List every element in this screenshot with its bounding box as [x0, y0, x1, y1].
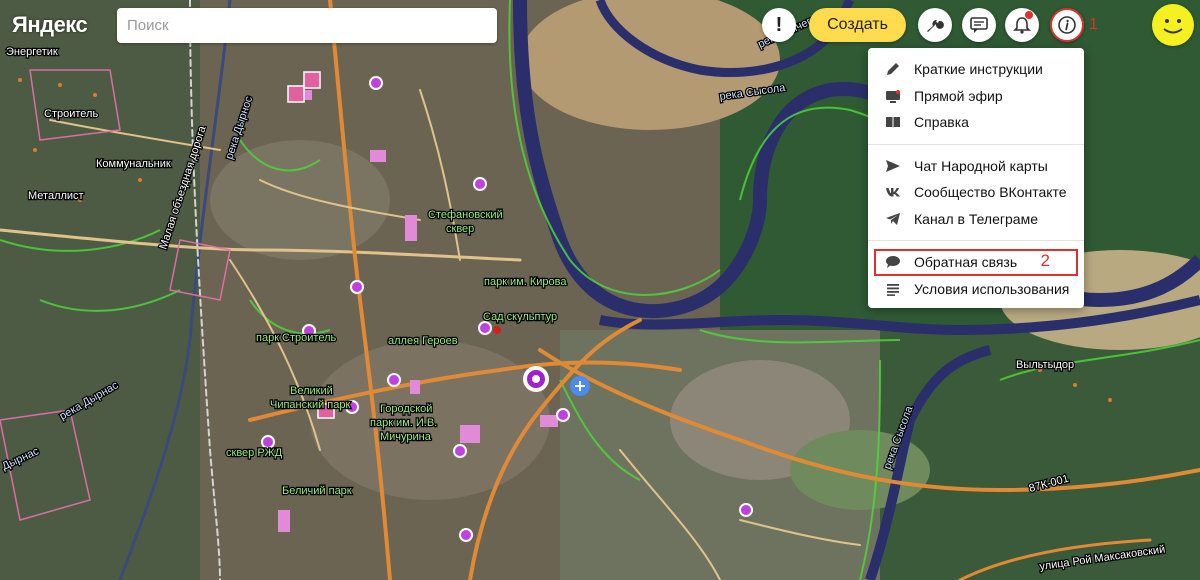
menu-item-label: Прямой эфир	[914, 87, 1003, 104]
map-label-stroitel: Строитель	[44, 108, 98, 120]
send-icon	[884, 157, 902, 175]
vk-icon	[884, 183, 902, 201]
info-button[interactable]	[1050, 8, 1084, 42]
wrench-icon	[927, 19, 944, 32]
menu-item-brief-instructions[interactable]: Краткие инструкции	[868, 56, 1084, 83]
user-avatar[interactable]	[1152, 4, 1194, 46]
info-dropdown-menu: Краткие инструкции Прямой эфир Справка Ч…	[868, 48, 1084, 308]
menu-item-vk-community[interactable]: Сообщество ВКонтакте	[868, 179, 1084, 206]
map-label-park-michurina: парк им. И.В.	[370, 417, 437, 429]
menu-item-help[interactable]: Справка	[868, 109, 1084, 136]
menu-item-label: Чат Народной карты	[914, 157, 1048, 174]
map-label-park-kirova: парк им. Кирова	[484, 276, 567, 288]
map-label-skver: сквер	[446, 223, 474, 235]
book-icon	[884, 113, 902, 131]
map-label-stefanovskiy: Стефановский	[428, 209, 503, 221]
info-icon	[1058, 16, 1076, 34]
telegram-icon	[884, 210, 902, 228]
menu-item-label: Сообщество ВКонтакте	[914, 184, 1067, 201]
map-label-velikiy: Великий	[290, 385, 333, 397]
menu-item-label: Обратная связь	[914, 254, 1018, 271]
messages-button[interactable]	[962, 8, 996, 42]
menu-item-telegram-channel[interactable]: Канал в Телеграме	[868, 206, 1084, 233]
menu-item-label: Канал в Телеграме	[914, 210, 1038, 227]
menu-item-live-broadcast[interactable]: Прямой эфир	[868, 83, 1084, 110]
menu-item-terms-of-use[interactable]: Условия использования	[868, 276, 1084, 303]
menu-divider	[868, 143, 1084, 145]
map-label-energetik: Энергетик	[6, 46, 58, 58]
create-button[interactable]: Создать	[809, 8, 906, 42]
chat-icon	[970, 17, 988, 33]
map-label-sad-skulptur: Сад скульптур	[483, 311, 557, 323]
notification-dot	[1025, 11, 1033, 19]
live-broadcast-icon	[884, 87, 902, 105]
menu-item-map-chat[interactable]: Чат Народной карты	[868, 153, 1084, 180]
menu-item-label: Условия использования	[914, 280, 1070, 297]
menu-divider	[868, 240, 1084, 241]
pencil-icon	[884, 60, 902, 78]
map-label-alleya: аллея Героев	[388, 335, 458, 347]
map-label-skver-rzhd: сквер РЖД	[226, 447, 283, 459]
menu-item-label: Краткие инструкции	[914, 61, 1043, 78]
notifications-button[interactable]	[1005, 8, 1039, 42]
search-input[interactable]	[117, 8, 497, 43]
report-issue-button[interactable]: !	[762, 8, 796, 42]
tools-button[interactable]	[918, 8, 952, 42]
map-label-metallist: Металлист	[28, 190, 84, 202]
map-label-kommunalnik: Коммунальник	[96, 158, 171, 170]
speech-bubble-icon	[884, 253, 902, 271]
map-label-belichiy: Беличий парк	[282, 485, 352, 497]
menu-item-feedback[interactable]: Обратная связь 2	[874, 249, 1078, 276]
yandex-logo[interactable]: Яндекс	[12, 12, 88, 38]
map-label-chipanskiy: Чипанский парк	[270, 399, 350, 411]
list-lines-icon	[884, 280, 902, 298]
map-label-michurina: Мичурина	[380, 431, 432, 443]
annotation-number-2: 2	[1040, 251, 1050, 270]
smiley-icon	[1163, 19, 1183, 34]
annotation-number-1: 1	[1089, 16, 1098, 33]
map-label-gorodskoy: Городской	[380, 403, 432, 415]
menu-item-label: Справка	[914, 114, 969, 131]
map-label-vyltydor: Выльтыдор	[1016, 359, 1074, 371]
map-label-park-stroitel: парк Строитель	[256, 332, 337, 344]
